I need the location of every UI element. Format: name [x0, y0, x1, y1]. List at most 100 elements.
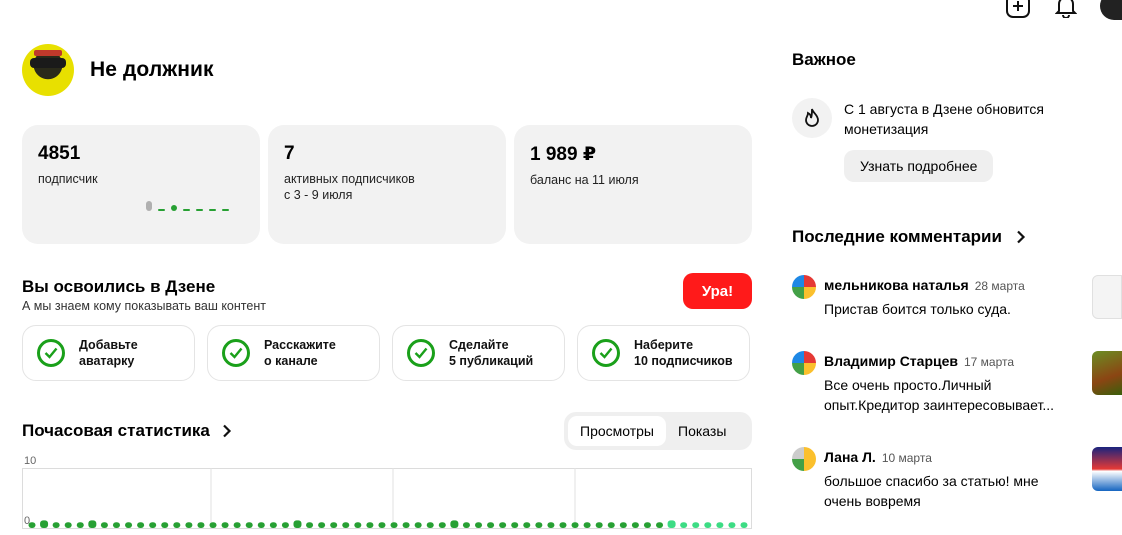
chart-bar[interactable] — [342, 522, 350, 528]
chart-bar[interactable] — [306, 522, 314, 528]
chart-bar[interactable] — [221, 522, 229, 528]
commenter-avatar — [792, 351, 816, 375]
sparkline-point — [209, 209, 216, 211]
chart-bar[interactable] — [233, 522, 241, 528]
onboarding-title: Вы освоились в Дзене — [22, 277, 216, 296]
chart-bar[interactable] — [245, 522, 253, 528]
stat-active-subscribers[interactable]: 7 активных подписчиков с 3 - 9 июля — [268, 125, 506, 244]
chart-bar[interactable] — [390, 522, 398, 528]
chart-bar[interactable] — [185, 522, 193, 528]
comments-title: Последние комментарии — [792, 227, 1002, 246]
chart-bar[interactable] — [414, 522, 422, 528]
subscribers-sparkline — [146, 201, 229, 211]
chart-bar[interactable] — [269, 522, 277, 528]
chart-bar[interactable] — [40, 520, 49, 528]
article-thumbnail[interactable] — [1092, 447, 1122, 491]
chart-bar[interactable] — [330, 522, 338, 528]
stats-cards: 4851 подписчик 7 активных подписчиков с … — [22, 125, 752, 244]
chart-bar[interactable] — [161, 522, 169, 528]
task-label: Сделайте 5 публикаций — [449, 338, 534, 368]
channel-avatar[interactable] — [22, 44, 74, 96]
chart-bar[interactable] — [125, 522, 133, 528]
article-thumbnail[interactable] — [1092, 275, 1122, 319]
chart-bar[interactable] — [100, 522, 108, 528]
chart-bar[interactable] — [450, 520, 459, 528]
chart-bar[interactable] — [667, 520, 676, 528]
chart-bar[interactable] — [728, 522, 736, 528]
add-publication-icon[interactable] — [1004, 0, 1032, 20]
stat-balance[interactable]: 1 989 ₽ баланс на 11 июля — [514, 125, 752, 244]
hourly-chart-svg — [22, 468, 752, 529]
chart-bar[interactable] — [704, 522, 712, 528]
chart-bar[interactable] — [257, 522, 265, 528]
chart-bar[interactable] — [402, 522, 410, 528]
task-add-avatar[interactable]: Добавьте аватарку — [22, 325, 195, 381]
chart-bar[interactable] — [595, 522, 603, 528]
chart-bar[interactable] — [209, 522, 217, 528]
stat-subscribers[interactable]: 4851 подписчик — [22, 125, 260, 244]
chart-bar[interactable] — [293, 520, 302, 528]
commenter-avatar — [792, 275, 816, 299]
chart-bar[interactable] — [76, 522, 84, 528]
chart-bar[interactable] — [378, 522, 386, 528]
chart-bar[interactable] — [583, 522, 591, 528]
check-icon — [407, 339, 435, 367]
chart-bar[interactable] — [643, 522, 651, 528]
chart-bar[interactable] — [354, 522, 362, 528]
learn-more-button[interactable]: Узнать подробнее — [844, 150, 994, 182]
chart-bar[interactable] — [149, 522, 157, 528]
chart-bar[interactable] — [88, 520, 97, 528]
sparkline-point — [183, 209, 190, 211]
chevron-right-icon — [1017, 230, 1025, 244]
tab-views[interactable]: Просмотры — [568, 416, 666, 446]
chart-bar[interactable] — [559, 522, 567, 528]
task-label: Расскажите о канале — [264, 338, 336, 368]
chart-frame — [22, 468, 752, 529]
tab-impressions[interactable]: Показы — [666, 416, 738, 446]
chart-bar[interactable] — [607, 522, 615, 528]
chart-bar[interactable] — [487, 522, 495, 528]
chart-bar[interactable] — [716, 522, 724, 528]
comment-author: Владимир Старцев 17 марта — [824, 353, 1015, 369]
chart-bar[interactable] — [740, 522, 748, 528]
chart-bar[interactable] — [535, 522, 543, 528]
chart-bar[interactable] — [137, 522, 145, 528]
chart-bar[interactable] — [366, 522, 374, 528]
article-thumbnail[interactable] — [1092, 351, 1122, 395]
user-avatar-icon[interactable] — [1100, 0, 1122, 20]
chart-bar[interactable] — [318, 522, 326, 528]
chart-bar[interactable] — [619, 522, 627, 528]
hourly-stats-link[interactable]: Почасовая статистика — [22, 421, 232, 441]
chart-bar[interactable] — [64, 522, 72, 528]
chart-bar[interactable] — [511, 522, 519, 528]
task-label: Наберите 10 подписчиков — [634, 338, 733, 368]
channel-name[interactable]: Не должник — [90, 58, 214, 82]
chart-bar[interactable] — [571, 522, 579, 528]
chart-bar[interactable] — [499, 522, 507, 528]
task-describe-channel[interactable]: Расскажите о канале — [207, 325, 380, 381]
chart-bar[interactable] — [462, 522, 470, 528]
hooray-button[interactable]: Ура! — [683, 273, 752, 309]
chart-bar[interactable] — [680, 522, 688, 528]
chart-bar[interactable] — [547, 522, 555, 528]
comments-header-link[interactable]: Последние комментарии — [792, 227, 1026, 247]
flame-icon — [792, 98, 832, 138]
bell-icon[interactable] — [1052, 0, 1080, 20]
chart-bar[interactable] — [475, 522, 483, 528]
chart-bar[interactable] — [197, 522, 205, 528]
chart-bar[interactable] — [631, 522, 639, 528]
check-icon — [37, 339, 65, 367]
chart-bar[interactable] — [438, 522, 446, 528]
task-publications[interactable]: Сделайте 5 публикаций — [392, 325, 565, 381]
chart-bar[interactable] — [426, 522, 434, 528]
chart-bar[interactable] — [656, 522, 664, 528]
chart-bar[interactable] — [112, 522, 120, 528]
chart-bar[interactable] — [52, 522, 60, 528]
chart-bar[interactable] — [281, 522, 289, 528]
chart-bar[interactable] — [523, 522, 531, 528]
chart-bar[interactable] — [173, 522, 181, 528]
chart-bar[interactable] — [692, 522, 700, 528]
commenter-avatar — [792, 447, 816, 471]
task-subscribers[interactable]: Наберите 10 подписчиков — [577, 325, 750, 381]
top-toolbar — [1004, 0, 1122, 20]
